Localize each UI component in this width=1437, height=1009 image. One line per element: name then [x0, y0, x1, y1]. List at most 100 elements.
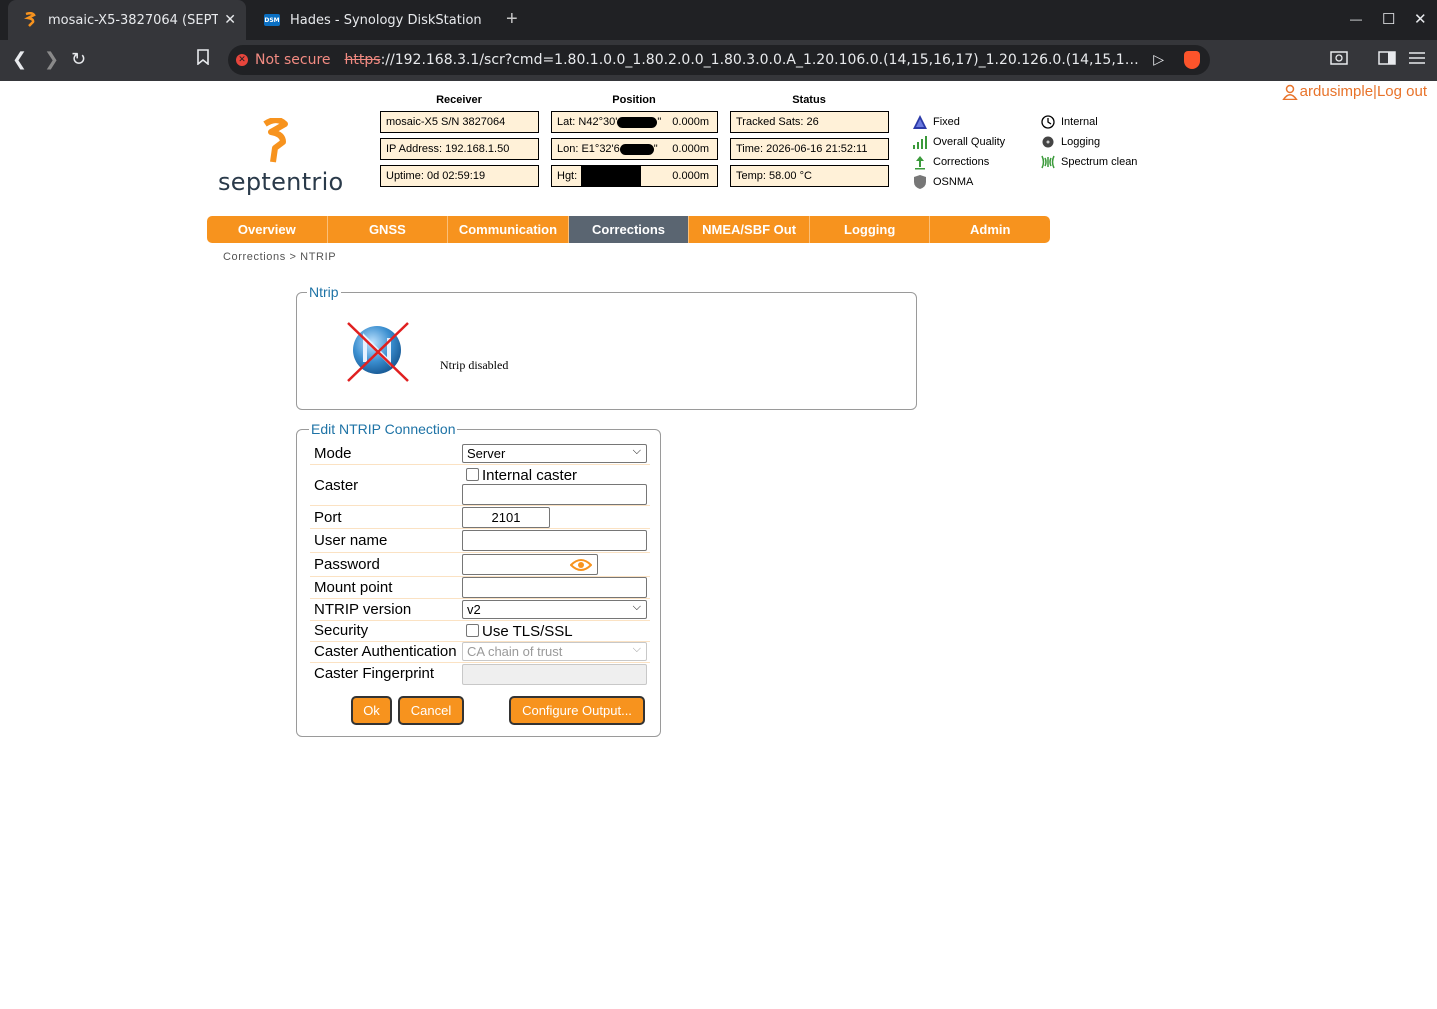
septentrio-logo: septentrio: [218, 118, 348, 198]
shield-icon: [912, 174, 928, 190]
legend-logging: Logging: [1040, 134, 1100, 150]
legend-corrections: Corrections: [912, 154, 989, 170]
fingerprint-label: Caster Fingerprint: [314, 665, 435, 682]
ntrip-status-text: Ntrip disabled: [440, 358, 509, 372]
spectrum-icon: [1040, 154, 1056, 170]
tab-search-icon[interactable]: [1330, 50, 1348, 71]
menu-gnss[interactable]: GNSS: [328, 216, 449, 243]
fingerprint-input[interactable]: [462, 664, 647, 685]
chevron-down-icon: ⌵: [632, 643, 641, 655]
receiver-uptime: Uptime: 0d 02:59:19: [380, 165, 539, 187]
legend-internal: Internal: [1040, 114, 1098, 130]
logo-text: septentrio: [218, 168, 344, 196]
maximize-button[interactable]: ☐: [1382, 10, 1395, 28]
warning-icon: ✕: [236, 54, 248, 66]
menu-nmea-sbf-out[interactable]: NMEA/SBF Out: [689, 216, 810, 243]
receiver-model: mosaic-X5 S/N 3827064: [380, 111, 539, 133]
internal-caster-checkbox[interactable]: [466, 468, 479, 481]
edit-form-legend: Edit NTRIP Connection: [311, 421, 456, 437]
address-bar[interactable]: ✕ Not secure https ://192.168.3.1/scr?cm…: [228, 45, 1210, 75]
chevron-down-icon: ⌵: [632, 445, 641, 457]
forward-icon[interactable]: ❯: [44, 49, 59, 70]
username-label: User name: [314, 532, 388, 549]
caster-input[interactable]: [462, 484, 647, 505]
signal-bars-icon: [912, 134, 928, 150]
logout-link[interactable]: Log out: [1377, 83, 1427, 100]
redacted-hgt: [581, 166, 641, 186]
menu-icon[interactable]: [1408, 50, 1426, 71]
port-label: Port: [314, 509, 342, 526]
version-label: NTRIP version: [314, 601, 412, 618]
browser-tab-hades[interactable]: DSM Hades - Synology DiskStation: [250, 0, 494, 40]
configure-output-button[interactable]: Configure Output...: [509, 696, 645, 725]
receiver-ip: IP Address: 192.168.1.50: [380, 138, 539, 160]
antenna-icon: [912, 154, 928, 170]
position-lat: Lat: N42°30' " 0.000m: [551, 111, 718, 133]
position-lon: Lon: E1°32'6 " 0.000m: [551, 138, 718, 160]
redacted-lon: [619, 143, 654, 155]
username-link[interactable]: ardusimple: [1300, 83, 1373, 100]
status-temp: Temp: 58.00 °C: [730, 165, 889, 187]
reload-icon[interactable]: ↻: [71, 49, 86, 70]
menu-admin[interactable]: Admin: [930, 216, 1050, 243]
tab-title: Hades - Synology DiskStation: [290, 12, 482, 28]
internal-caster-label: Internal caster: [482, 467, 578, 484]
eye-icon[interactable]: [569, 558, 593, 577]
browser-tabbar: mosaic-X5-3827064 (SEPT) - S ✕ DSM Hades…: [0, 0, 1437, 40]
cancel-button[interactable]: Cancel: [398, 696, 464, 725]
menu-overview[interactable]: Overview: [207, 216, 328, 243]
new-tab-button[interactable]: +: [506, 8, 518, 31]
mountpoint-input[interactable]: [462, 577, 647, 598]
not-secure-label[interactable]: Not secure: [255, 52, 331, 68]
receiver-heading: Receiver: [436, 94, 482, 106]
tls-label: Use TLS/SSL: [482, 623, 573, 640]
user-area: ardusimple | Log out: [1281, 83, 1427, 100]
back-icon[interactable]: ❮: [12, 49, 27, 70]
clock-icon: [1040, 114, 1056, 130]
breadcrumb: Corrections > NTRIP: [223, 251, 337, 263]
septentrio-mark-icon: [263, 118, 288, 163]
brave-shield-icon[interactable]: [1184, 51, 1200, 69]
triangle-icon: [912, 114, 928, 130]
caster-label: Caster: [314, 477, 359, 494]
close-tab-icon[interactable]: ✕: [224, 12, 236, 28]
port-input[interactable]: 2101: [462, 507, 550, 528]
legend-spectrum: Spectrum clean: [1040, 154, 1137, 170]
mode-select[interactable]: Server ⌵: [462, 444, 647, 463]
auth-label: Caster Authentication: [314, 643, 457, 660]
disk-icon: [1040, 134, 1056, 150]
position-heading: Position: [612, 94, 656, 106]
status-time: Time: 2026-06-16 21:52:11: [730, 138, 889, 160]
legend-quality: Overall Quality: [912, 134, 1005, 150]
menu-logging[interactable]: Logging: [810, 216, 931, 243]
bookmark-icon[interactable]: [196, 49, 210, 70]
status-sats: Tracked Sats: 26: [730, 111, 889, 133]
legend-osnma: OSNMA: [912, 174, 973, 190]
tab-title: mosaic-X5-3827064 (SEPT) - S: [48, 12, 218, 28]
position-hgt: Hgt: 0.000m: [551, 165, 718, 187]
menu-corrections[interactable]: Corrections: [568, 216, 690, 243]
sidebar-icon[interactable]: [1378, 50, 1396, 71]
user-icon: [1281, 84, 1298, 100]
ntrip-disabled-icon: [347, 322, 409, 382]
menu-communication[interactable]: Communication: [448, 216, 569, 243]
username-input[interactable]: [462, 530, 647, 551]
browser-tab-mosaic[interactable]: mosaic-X5-3827064 (SEPT) - S ✕: [8, 0, 246, 40]
auth-select[interactable]: CA chain of trust ⌵: [462, 642, 647, 661]
tls-checkbox[interactable]: [466, 624, 479, 637]
ntrip-box-legend: Ntrip: [309, 284, 339, 300]
dsm-favicon-icon: DSM: [264, 12, 280, 28]
browser-toolbar: ❮ ❯ ↻ ✕ Not secure https ://192.168.3.1/…: [0, 40, 1437, 81]
chevron-down-icon: ⌵: [632, 601, 641, 613]
mode-label: Mode: [314, 445, 352, 462]
close-window-button[interactable]: ✕: [1414, 10, 1427, 28]
share-icon[interactable]: ▷: [1153, 52, 1164, 68]
security-label: Security: [314, 622, 369, 639]
url-scheme: https: [344, 52, 381, 68]
mountpoint-label: Mount point: [314, 579, 393, 596]
minimize-button[interactable]: —: [1350, 12, 1362, 26]
ok-button[interactable]: Ok: [351, 696, 392, 725]
version-select[interactable]: v2 ⌵: [462, 600, 647, 619]
url-text: ://192.168.3.1/scr?cmd=1.80.1.0.0_1.80.2…: [380, 52, 1141, 68]
redacted-lat: [617, 116, 658, 128]
